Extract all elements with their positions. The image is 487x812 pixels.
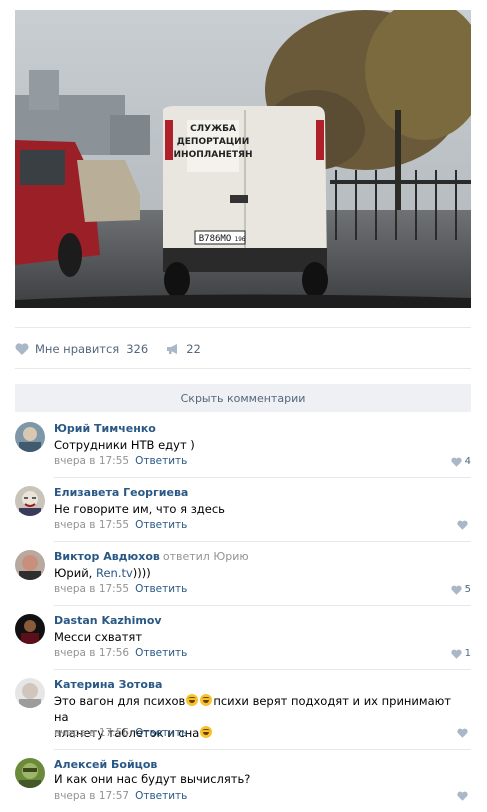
van-text-line1: СЛУЖБА (190, 124, 236, 134)
comment-like-button[interactable]: 5 (450, 584, 471, 595)
comment: Алексей Бойцов И как они нас будут вычис… (15, 758, 471, 812)
laughing-emoji-icon (186, 694, 199, 706)
comment-time[interactable]: вчера в 17:55 (54, 583, 129, 595)
comment-like-button[interactable]: 1 (450, 648, 471, 659)
comment-time[interactable]: вчера в 17:56 (54, 647, 129, 659)
comment-like-count: 4 (464, 456, 471, 467)
heart-icon (457, 791, 468, 801)
hide-comments-button[interactable]: Скрыть комментарии (15, 384, 471, 412)
avatar[interactable] (15, 678, 45, 708)
heart-icon (457, 520, 468, 530)
avatar[interactable] (15, 422, 45, 452)
comment-text: Месси схватят (54, 630, 143, 644)
post-photo-scene: СЛУЖБА ДЕПОРТАЦИИ ИНОПЛАНЕТЯН В786МО 196 (15, 10, 471, 308)
comment-author[interactable]: Катерина Зотова (54, 678, 162, 691)
separator (15, 368, 471, 369)
comment: Виктор Авдюхов ответил Юрию Юрий, Ren.tv)… (15, 550, 471, 614)
van-text-line3: ИНОПЛАНЕТЯН (174, 150, 253, 160)
reply-button[interactable]: Ответить (135, 790, 187, 802)
comment: Юрий Тимченко Сотрудники НТВ едут ) вчер… (15, 422, 471, 486)
megaphone-icon (167, 344, 178, 354)
heart-icon (450, 649, 462, 659)
comment: Елизавета Георгиева Не говорите им, что … (15, 486, 471, 550)
comment-author[interactable]: Елизавета Георгиева (54, 486, 188, 499)
comment-author[interactable]: Виктор Авдюхов ответил Юрию (54, 550, 249, 563)
separator (54, 669, 471, 670)
comment-text: Сотрудники НТВ едут ) (54, 438, 195, 452)
reply-button[interactable]: Ответить (135, 727, 187, 739)
comment-author[interactable]: Алексей Бойцов (54, 758, 157, 771)
comment-author[interactable]: Dastan Kazhimov (54, 614, 162, 627)
comment-meta: вчера в 17:55 Ответить (54, 519, 187, 531)
share-count: 22 (186, 342, 201, 356)
comment-meta: вчера в 17:55 Ответить (54, 583, 187, 595)
comment-like-button[interactable] (457, 520, 471, 530)
reply-button[interactable]: Ответить (135, 647, 187, 659)
like-button[interactable]: Мне нравится 326 (15, 342, 148, 356)
comment-time[interactable]: вчера в 17:57 (54, 790, 129, 802)
comment-like-count: 1 (464, 648, 471, 659)
like-count: 326 (126, 342, 149, 356)
comment-meta: вчера в 17:56 Ответить (54, 647, 187, 659)
post-actions: Мне нравится 326 22 (15, 338, 201, 360)
separator (54, 541, 471, 542)
separator (54, 749, 471, 750)
comment-like-button[interactable] (457, 791, 471, 801)
share-button[interactable]: 22 (166, 342, 201, 356)
post-photo[interactable]: СЛУЖБА ДЕПОРТАЦИИ ИНОПЛАНЕТЯН В786МО 196 (15, 10, 471, 308)
comment-meta: вчера в 17:55 Ответить (54, 455, 187, 467)
like-label: Мне нравится (35, 342, 120, 356)
heart-icon (457, 728, 468, 738)
separator (15, 327, 471, 328)
comment: Dastan Kazhimov Месси схватят вчера в 17… (15, 614, 471, 678)
text-link[interactable]: Ren.tv (96, 566, 133, 580)
separator (54, 477, 471, 478)
comment-text: Не говорите им, что я здесь (54, 502, 225, 516)
comment-like-button[interactable]: 4 (450, 456, 471, 467)
comment-meta: вчера в 17:57 Ответить (54, 790, 187, 802)
laughing-emoji-icon (200, 726, 213, 738)
reply-button[interactable]: Ответить (135, 519, 187, 531)
comment-time[interactable]: вчера в 17:56 (54, 727, 129, 739)
comment-author[interactable]: Юрий Тимченко (54, 422, 156, 435)
laughing-emoji-icon (200, 694, 213, 706)
van-plate: В786МО (199, 234, 232, 244)
avatar[interactable] (15, 486, 45, 516)
comment-text: И как они нас будут вычислять? (54, 772, 251, 786)
heart-icon (15, 343, 29, 355)
separator (54, 605, 471, 606)
heart-icon (450, 585, 462, 595)
van-plate-region: 196 (235, 236, 246, 243)
comment-time[interactable]: вчера в 17:55 (54, 519, 129, 531)
comment-meta: вчера в 17:56 Ответить (54, 727, 187, 739)
avatar[interactable] (15, 758, 45, 788)
comment-text: Юрий, Ren.tv)))) (54, 566, 151, 580)
reply-button[interactable]: Ответить (135, 583, 187, 595)
comment-like-button[interactable] (457, 728, 471, 738)
comment-like-count: 5 (464, 584, 471, 595)
reply-button[interactable]: Ответить (135, 455, 187, 467)
van-text-line2: ДЕПОРТАЦИИ (177, 137, 249, 147)
avatar[interactable] (15, 614, 45, 644)
avatar[interactable] (15, 550, 45, 580)
comment-time[interactable]: вчера в 17:55 (54, 455, 129, 467)
reply-to-label[interactable]: ответил Юрию (163, 550, 249, 563)
comment: Катерина Зотова Это вагон для психов псих… (15, 678, 471, 758)
heart-icon (450, 457, 462, 467)
